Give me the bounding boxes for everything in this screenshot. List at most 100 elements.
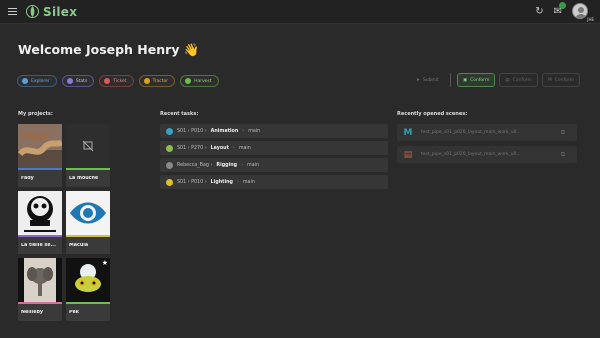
conform-alt-label: Conform	[512, 77, 532, 83]
scene-filename: test_pipe_s01_p020_layout_main_work_v0..…	[421, 152, 521, 157]
conform-alt-icon: ▤	[505, 77, 510, 83]
project-color-bar	[18, 235, 62, 237]
conform-icon: ▣	[462, 77, 468, 83]
filter-pill-explorer[interactable]: Explorer	[17, 75, 57, 87]
menu-icon[interactable]	[8, 8, 17, 15]
wave-emoji: 👋	[183, 42, 200, 57]
submit-label: Submit	[422, 77, 439, 83]
scene-row[interactable]: ▤ test_pipe_s01_p020_layout_main_work_v0.…	[397, 146, 577, 163]
task-path: S01 › P270 ›	[177, 145, 207, 151]
refresh-icon[interactable]: ↻	[535, 6, 543, 17]
silex-logo-icon	[26, 5, 39, 18]
task-status-icon	[166, 127, 173, 135]
task-name: Lighting	[210, 179, 233, 185]
open-external-icon[interactable]: ⧉	[561, 151, 565, 159]
project-card[interactable]: Macula	[66, 191, 110, 254]
maya-icon: M	[547, 77, 552, 83]
filter-pill-tractor[interactable]: Tractor	[138, 75, 176, 87]
project-thumbnail	[18, 124, 62, 168]
filter-pills: Explorer Stats Ticket Tractor Harvest	[17, 75, 219, 87]
task-name: Animation	[210, 128, 239, 134]
project-name: Macula	[69, 243, 89, 248]
scenes-list: Mtest_pipe_s01_p020_layout_main_work_v0.…	[397, 124, 577, 163]
task-path: S01 › P010 ›	[177, 128, 207, 134]
notifications-icon[interactable]: ✉	[554, 1, 566, 17]
scenes-title: Recently opened scenes:	[397, 111, 468, 117]
task-name: Layout	[210, 145, 229, 151]
filter-pill-harvest[interactable]: Harvest	[180, 75, 219, 87]
project-card[interactable]: La mouche	[66, 124, 110, 187]
projects-grid: Fady La mouche La tielle se... Macula Nellie…	[18, 124, 110, 321]
task-path: S01 › P010 ›	[177, 179, 207, 185]
submit-icon: ➤	[416, 77, 420, 83]
project-name: La tielle se...	[21, 243, 56, 248]
filter-pill-stats[interactable]: Stats	[61, 75, 95, 87]
task-status-icon	[166, 144, 173, 152]
project-color-bar	[66, 235, 110, 237]
project-card[interactable]: Pek ★	[66, 258, 110, 321]
tasks-list: S01 › P010 › Animation › main S01 › P270 › La…	[160, 124, 388, 189]
welcome-heading: Welcome Joseph Henry 👋	[18, 42, 199, 58]
scene-app-icon: ▤	[403, 149, 413, 160]
conform-maya-button[interactable]: M Conform	[541, 73, 580, 87]
project-color-bar	[66, 168, 110, 170]
welcome-text: Welcome Joseph Henry	[18, 42, 180, 57]
project-thumbnail	[18, 258, 62, 302]
submit-button[interactable]: ➤ Submit	[411, 73, 444, 87]
conform-maya-label: Conform	[554, 77, 574, 83]
project-name: La mouche	[69, 176, 99, 181]
project-card[interactable]: Fady	[18, 124, 62, 187]
task-suffix: main	[238, 145, 251, 151]
filter-dot-icon	[22, 78, 28, 84]
scene-app-icon: M	[403, 127, 413, 138]
filter-pill-label: Explorer	[31, 78, 50, 84]
scene-row[interactable]: Mtest_pipe_s01_p020_layout_main_work_v0.…	[397, 124, 577, 141]
projects-title: My projects:	[18, 111, 53, 117]
filter-pill-label: Tractor	[152, 78, 169, 84]
filter-pill-ticket[interactable]: Ticket	[99, 75, 134, 87]
conform-button[interactable]: ▣ Conform	[456, 73, 496, 87]
notification-badge	[559, 1, 566, 9]
project-name: Nellieby	[21, 310, 44, 315]
filter-dot-icon	[143, 78, 150, 84]
project-thumbnail	[66, 191, 110, 235]
avatar-initials: JHE	[587, 17, 594, 22]
filter-dot-icon	[104, 78, 111, 84]
project-card[interactable]: Nellieby	[18, 258, 62, 321]
open-external-icon[interactable]: ⧉	[561, 129, 565, 137]
conform-label: Conform	[470, 77, 490, 83]
project-name: Fady	[21, 176, 34, 181]
project-card[interactable]: La tielle se...	[18, 191, 62, 254]
project-color-bar	[18, 168, 62, 170]
project-color-bar	[18, 302, 62, 304]
tasks-title: Recent tasks:	[160, 111, 199, 117]
task-status-icon	[166, 178, 173, 186]
divider	[449, 73, 451, 87]
chevron-right-icon: ›	[236, 179, 239, 185]
app-name: Silex	[43, 4, 78, 19]
action-buttons: ➤ Submit ▣ Conform ▤ Conform M Conform	[411, 73, 580, 87]
conform-alt-button[interactable]: ▤ Conform	[499, 73, 538, 87]
filter-pill-label: Stats	[75, 78, 88, 84]
task-suffix: main	[248, 128, 261, 134]
project-thumbnail	[18, 191, 62, 235]
chevron-right-icon: ›	[241, 162, 244, 168]
task-suffix: main	[247, 162, 260, 168]
task-path: Rebecca_Bag ›	[177, 162, 213, 168]
chevron-right-icon: ›	[232, 145, 235, 151]
filter-pill-label: Harvest	[194, 78, 212, 84]
filter-dot-icon	[185, 78, 192, 84]
scene-filename: test_pipe_s01_p020_layout_main_work_v0..…	[421, 130, 521, 135]
task-row[interactable]: S01 › P010 › Lighting › main	[160, 175, 388, 189]
project-color-bar	[66, 302, 110, 304]
task-row[interactable]: S01 › P270 › Layout › main	[160, 141, 388, 155]
task-suffix: main	[242, 179, 255, 185]
star-icon[interactable]: ★	[102, 259, 108, 267]
filter-pill-label: Ticket	[113, 78, 127, 84]
filter-dot-icon	[66, 78, 73, 84]
top-bar: Silex ↻ ✉ JHE	[0, 0, 600, 24]
avatar[interactable]	[572, 3, 588, 19]
task-row[interactable]: S01 › P010 › Animation › main	[160, 124, 388, 138]
task-status-icon	[166, 161, 173, 169]
task-row[interactable]: Rebecca_Bag › Rigging › main	[160, 158, 388, 172]
